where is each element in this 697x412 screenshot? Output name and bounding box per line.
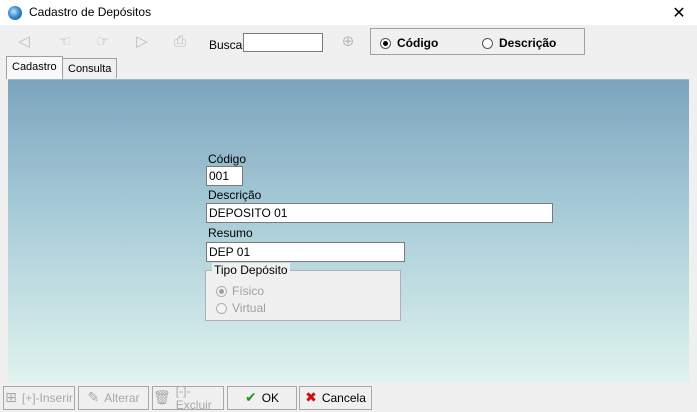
checkmark-icon: ✔ [244,390,257,406]
radio-virtual-indicator[interactable] [216,302,227,314]
radio-virtual[interactable]: Virtual [216,301,266,315]
window-title: Cadastro de Depósitos [29,5,152,19]
ok-label: OK [261,391,280,405]
busca-label: Busca [209,38,243,52]
excluir-button[interactable]: 🗑 [-]-Excluir [152,384,224,412]
cadastro-panel [8,79,689,382]
radio-fisico-label: Físico [232,284,265,298]
first-record-icon[interactable]: ◁ [12,31,36,51]
zoom-search-icon[interactable]: ⊕ [336,31,360,51]
radio-descricao-indicator[interactable] [482,37,493,49]
inserir-button[interactable]: ⊞ [+]-Inserir [3,386,75,410]
last-record-icon[interactable]: ▷ [130,31,154,51]
cancela-button[interactable]: ✖ Cancela [299,386,372,410]
previous-record-icon[interactable]: ☜ [53,31,77,51]
alterar-label: Alterar [104,391,140,405]
insert-icon: ⊞ [5,390,17,406]
search-input[interactable] [243,33,323,52]
close-button[interactable]: ✕ [661,0,697,25]
radio-fisico-indicator[interactable] [216,285,227,297]
cancela-label: Cancela [321,391,366,405]
tipo-deposito-group: Tipo Depósito Físico Virtual [205,263,401,321]
codigo-label: Código [208,152,247,166]
tab-bar: Cadastro Consulta [6,56,692,80]
alterar-button[interactable]: ✎ Alterar [78,386,149,410]
radio-codigo-indicator[interactable] [380,37,391,49]
tab-cadastro[interactable]: Cadastro [6,56,63,79]
radio-fisico[interactable]: Físico [216,284,264,298]
tab-consulta[interactable]: Consulta [62,58,118,78]
title-bar: Cadastro de Depósitos ✕ [0,0,697,25]
radio-codigo-label: Código [397,36,439,50]
edit-icon: ✎ [87,390,100,406]
descricao-field[interactable] [206,203,553,223]
resumo-label: Resumo [208,226,253,240]
descricao-label: Descrição [208,188,262,202]
radio-descricao-label: Descrição [499,36,557,50]
radio-descricao[interactable]: Descrição [482,36,556,50]
cancel-x-icon: ✖ [305,390,317,406]
ok-button[interactable]: ✔ OK [227,386,297,410]
codigo-field[interactable] [206,166,243,186]
trash-icon: 🗑 [153,390,171,406]
print-icon[interactable]: ⎙ [168,31,192,51]
resumo-field[interactable] [206,242,405,262]
next-record-icon[interactable]: ☞ [91,31,115,51]
radio-codigo[interactable]: Código [380,36,438,50]
excluir-label: [-]-Excluir [175,384,212,412]
inserir-label: [+]-Inserir [21,391,73,405]
radio-virtual-label: Virtual [232,301,266,315]
app-icon [8,6,22,20]
search-mode-group: Código Descrição [370,28,585,55]
tipo-deposito-label: Tipo Depósito [212,263,290,277]
